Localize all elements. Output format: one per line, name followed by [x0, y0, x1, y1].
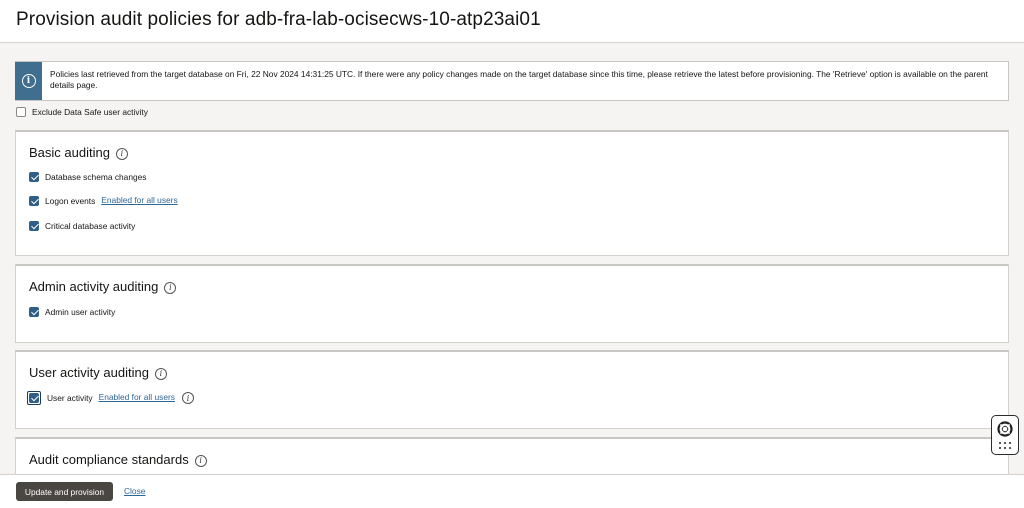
exclude-datasafe-option[interactable]: Exclude Data Safe user activity: [16, 106, 148, 118]
basic-auditing-panel: Basic auditing i Database schema changes …: [15, 130, 1009, 256]
admin-user-activity-option[interactable]: Admin user activity: [29, 306, 115, 318]
logon-events-checkbox[interactable]: [29, 196, 39, 206]
audit-compliance-standards-panel: Audit compliance standards i: [15, 437, 1009, 474]
page-header: Provision audit policies for adb-fra-lab…: [0, 0, 1024, 43]
help-widget[interactable]: [991, 415, 1019, 455]
exclude-datasafe-label: Exclude Data Safe user activity: [32, 107, 148, 117]
user-activity-option[interactable]: User activity Enabled for all users i: [27, 391, 194, 405]
section-title: Basic auditing i: [29, 145, 128, 160]
notice-text: Policies last retrieved from the target …: [50, 69, 988, 90]
critical-database-activity-option[interactable]: Critical database activity: [29, 220, 135, 232]
admin-activity-auditing-panel: Admin activity auditing i Admin user acti…: [15, 264, 1009, 343]
help-info-icon[interactable]: i: [194, 454, 207, 467]
critical-database-activity-label: Critical database activity: [45, 221, 136, 231]
section-title: Audit compliance standards i: [29, 452, 207, 467]
help-info-icon[interactable]: i: [115, 147, 128, 160]
help-info-icon[interactable]: i: [154, 367, 167, 380]
admin-user-activity-checkbox[interactable]: [29, 307, 39, 317]
update-and-provision-button[interactable]: Update and provision: [16, 482, 113, 501]
admin-user-activity-label: Admin user activity: [45, 307, 116, 317]
user-activity-help-icon[interactable]: i: [181, 392, 194, 404]
info-icon: i: [21, 74, 36, 88]
close-link[interactable]: Close: [124, 486, 145, 496]
logon-events-label: Logon events: [45, 196, 96, 206]
exclude-datasafe-checkbox[interactable]: [16, 107, 26, 117]
database-schema-changes-checkbox[interactable]: [29, 172, 39, 182]
logon-events-option[interactable]: Logon events Enabled for all users: [29, 195, 178, 207]
lifebuoy-icon[interactable]: [997, 421, 1013, 437]
main-content[interactable]: i Policies last retrieved from the targe…: [0, 43, 1024, 474]
user-activity-auditing-panel: User activity auditing i User activity En…: [15, 350, 1009, 429]
info-notice: i Policies last retrieved from the targe…: [15, 61, 1009, 101]
section-title: User activity auditing i: [29, 365, 167, 380]
database-schema-changes-label: Database schema changes: [45, 172, 147, 182]
user-activity-label: User activity: [47, 393, 93, 403]
user-activity-checkbox[interactable]: [29, 393, 39, 403]
critical-database-activity-checkbox[interactable]: [29, 221, 39, 231]
database-schema-changes-option[interactable]: Database schema changes: [29, 171, 147, 183]
page-title: Provision audit policies for adb-fra-lab…: [16, 9, 541, 30]
user-activity-enabled-link[interactable]: Enabled for all users: [99, 392, 175, 402]
logon-events-enabled-link[interactable]: Enabled for all users: [101, 195, 177, 205]
notice-accent-bar: i: [15, 62, 42, 100]
grid-dots-icon[interactable]: [999, 442, 1011, 450]
action-footer: Update and provision Close: [0, 474, 1024, 508]
section-title: Admin activity auditing i: [29, 279, 177, 294]
user-activity-checkbox-focus-ring[interactable]: [27, 391, 41, 405]
help-info-icon[interactable]: i: [164, 281, 177, 294]
